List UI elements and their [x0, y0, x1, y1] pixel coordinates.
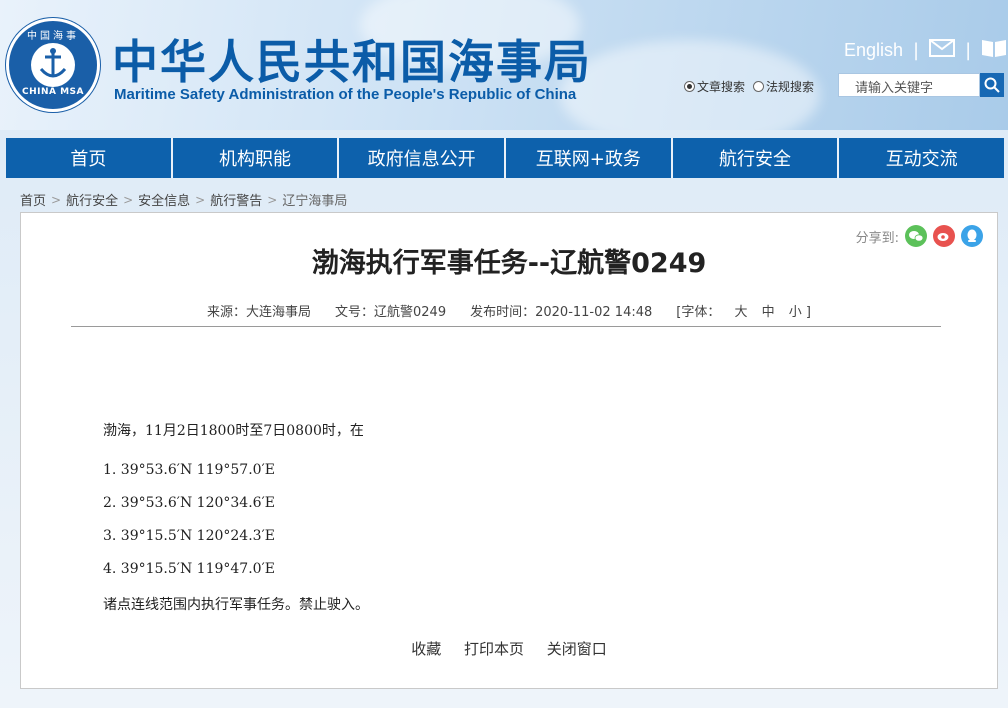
favorite-link[interactable]: 收藏: [411, 640, 441, 658]
book-icon[interactable]: [981, 38, 1007, 62]
english-link[interactable]: English: [844, 40, 903, 61]
article-panel: 分享到: 渤海执行军事任务--辽航警0249 来源：大连海事局 文号：辽航警02…: [20, 212, 998, 689]
article-title: 渤海执行军事任务--辽航警0249: [311, 248, 707, 279]
separator: |: [913, 39, 920, 61]
breadcrumb-item[interactable]: 首页: [20, 190, 46, 209]
site-header: 中国海事 CHINA MSA 中华人民共和国海事局 Maritime Safet…: [0, 0, 1008, 130]
main-nav: 首页 机构职能 政府信息公开 互联网+政务 航行安全 互动交流: [6, 138, 1005, 178]
breadcrumb-item[interactable]: 航行安全: [66, 190, 118, 209]
breadcrumb: 首页 > 航行安全 > 安全信息 > 航行警告 > 辽宁海事局: [20, 190, 347, 210]
search-button[interactable]: [980, 73, 1004, 97]
nav-item-functions[interactable]: 机构职能: [172, 138, 340, 178]
coordinate-line: 3. 39°15.5′N 120°24.3′E: [103, 528, 275, 544]
search-input[interactable]: 请输入关键字: [838, 73, 980, 97]
logo-text-top: 中国海事: [27, 31, 79, 42]
radio-article-search[interactable]: [684, 81, 695, 92]
top-links: English | |: [844, 38, 1007, 62]
body-closing: 诸点连线范围内执行军事任务。禁止驶入。: [103, 597, 369, 613]
chevron-right-icon: >: [123, 192, 134, 207]
nav-item-navigation-safety[interactable]: 航行安全: [672, 138, 840, 178]
logo-text-bottom: CHINA MSA: [21, 87, 85, 97]
font-size-label: [字体：: [676, 305, 721, 320]
radio-regulation-label[interactable]: 法规搜索: [766, 78, 814, 95]
site-title-en: Maritime Safety Administration of the Pe…: [114, 86, 577, 103]
coordinate-line: 2. 39°53.6′N 120°34.6′E: [103, 495, 275, 511]
search-icon: [984, 77, 1000, 93]
meta-doc-number: 文号：辽航警0249: [335, 305, 447, 320]
site-title-cn: 中华人民共和国海事局: [112, 35, 592, 89]
meta-publish-time: 发布时间：2020-11-02 14:48: [470, 305, 653, 320]
chevron-right-icon: >: [267, 192, 278, 207]
nav-item-internet-gov[interactable]: 互联网+政务: [506, 138, 673, 178]
radio-regulation-search[interactable]: [753, 81, 765, 92]
chevron-right-icon: >: [51, 192, 62, 207]
font-size-medium[interactable]: 中: [762, 305, 775, 320]
nav-item-interaction[interactable]: 互动交流: [839, 138, 1005, 178]
nav-item-gov-info[interactable]: 政府信息公开: [339, 138, 507, 178]
title-divider: [71, 326, 941, 327]
font-size-large[interactable]: 大: [734, 305, 747, 320]
close-window-link[interactable]: 关闭窗口: [547, 640, 607, 658]
nav-item-home[interactable]: 首页: [6, 138, 173, 178]
msa-logo[interactable]: 中国海事 CHINA MSA: [6, 18, 100, 112]
separator: |: [965, 39, 972, 61]
article-footer-links: 收藏 打印本页 关闭窗口: [21, 638, 997, 659]
mail-icon[interactable]: [929, 39, 956, 61]
search-type-options: 文章搜索 法规搜索: [684, 78, 814, 95]
article-meta: 来源：大连海事局 文号：辽航警0249 发布时间：2020-11-02 14:4…: [207, 301, 845, 320]
chevron-right-icon: >: [195, 192, 206, 207]
print-link[interactable]: 打印本页: [464, 640, 524, 658]
body-intro: 渤海，11月2日1800时至7日0800时，在: [103, 423, 364, 439]
coordinate-line: 1. 39°53.6′N 119°57.0′E: [103, 462, 275, 478]
breadcrumb-item[interactable]: 安全信息: [138, 190, 190, 209]
breadcrumb-item-current[interactable]: 辽宁海事局: [282, 190, 347, 209]
coordinate-line: 4. 39°15.5′N 119°47.0′E: [103, 561, 275, 577]
font-size-small[interactable]: 小 ]: [789, 305, 811, 320]
anchor-icon: [31, 43, 75, 87]
meta-source: 来源：大连海事局: [207, 305, 312, 320]
breadcrumb-item[interactable]: 航行警告: [210, 190, 262, 209]
radio-article-label[interactable]: 文章搜索: [697, 78, 745, 95]
font-size-control: [字体： 大 中 小 ]: [676, 301, 821, 320]
